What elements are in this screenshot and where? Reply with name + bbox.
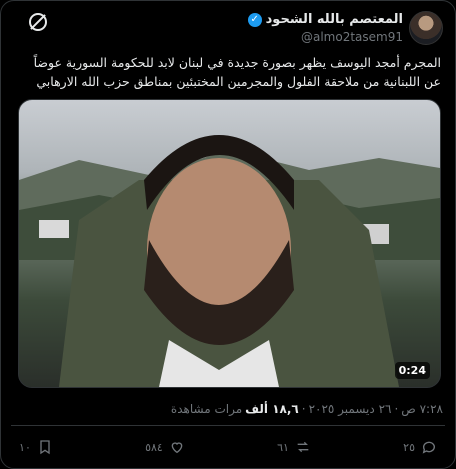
verified-badge-icon: ✓	[247, 12, 262, 27]
like-count: ٥٨٤	[145, 440, 163, 454]
repost-count: ٦١	[277, 440, 289, 454]
tweet-text: المجرم أمجد اليوسف يظهر بصورة جديدة في ل…	[11, 53, 441, 91]
bookmark-icon	[40, 440, 50, 455]
author-display-name[interactable]: المعتصم بالله الشحود	[266, 12, 403, 27]
tweet-date[interactable]: ٢٦ ديسمبر ٢٠٢٥	[309, 402, 392, 416]
tweet-actions: ٢٥ ٦١ ٥٨٤ ١٠	[19, 437, 437, 457]
tweet-text-line-2: عن اللبنانية من ملاحقة الفلول والمجرمين …	[36, 74, 441, 89]
views-count: ١٨,٦ ألف	[245, 402, 299, 416]
meta-separator: ·	[301, 402, 306, 416]
repost-icon	[297, 441, 309, 453]
video-player[interactable]: 0:24	[18, 99, 441, 388]
author-avatar[interactable]	[409, 11, 443, 45]
grok-icon[interactable]	[29, 13, 47, 31]
tweet-text-line-1: المجرم أمجد اليوسف يظهر بصورة جديدة في ل…	[33, 55, 441, 70]
repost-button[interactable]: ٦١	[277, 437, 311, 457]
author-handle[interactable]: @almo2tasem91	[301, 30, 403, 44]
views-label: مرات مشاهدة	[170, 402, 243, 416]
bookmark-button[interactable]: ١٠	[19, 437, 53, 457]
tweet-card: المعتصم بالله الشحود ✓ @almo2tasem91 الم…	[0, 0, 456, 469]
reply-count: ٢٥	[403, 440, 415, 454]
video-duration: 0:24	[394, 362, 430, 379]
author-name-line: المعتصم بالله الشحود ✓	[247, 12, 403, 27]
bookmark-count: ١٠	[19, 440, 31, 454]
person-in-video	[59, 135, 399, 387]
reply-icon	[422, 441, 435, 454]
tweet-header: المعتصم بالله الشحود ✓ @almo2tasem91	[11, 11, 445, 47]
tweet-meta: ٧:٢٨ ص · ٢٦ ديسمبر ٢٠٢٥ · ١٨,٦ ألف مرات …	[171, 402, 443, 416]
tweet-time[interactable]: ٧:٢٨ ص	[401, 402, 443, 416]
like-button[interactable]: ٥٨٤	[145, 437, 185, 457]
divider	[11, 425, 445, 426]
heart-icon	[171, 442, 183, 454]
reply-button[interactable]: ٢٥	[403, 437, 437, 457]
meta-separator: ·	[394, 402, 399, 416]
